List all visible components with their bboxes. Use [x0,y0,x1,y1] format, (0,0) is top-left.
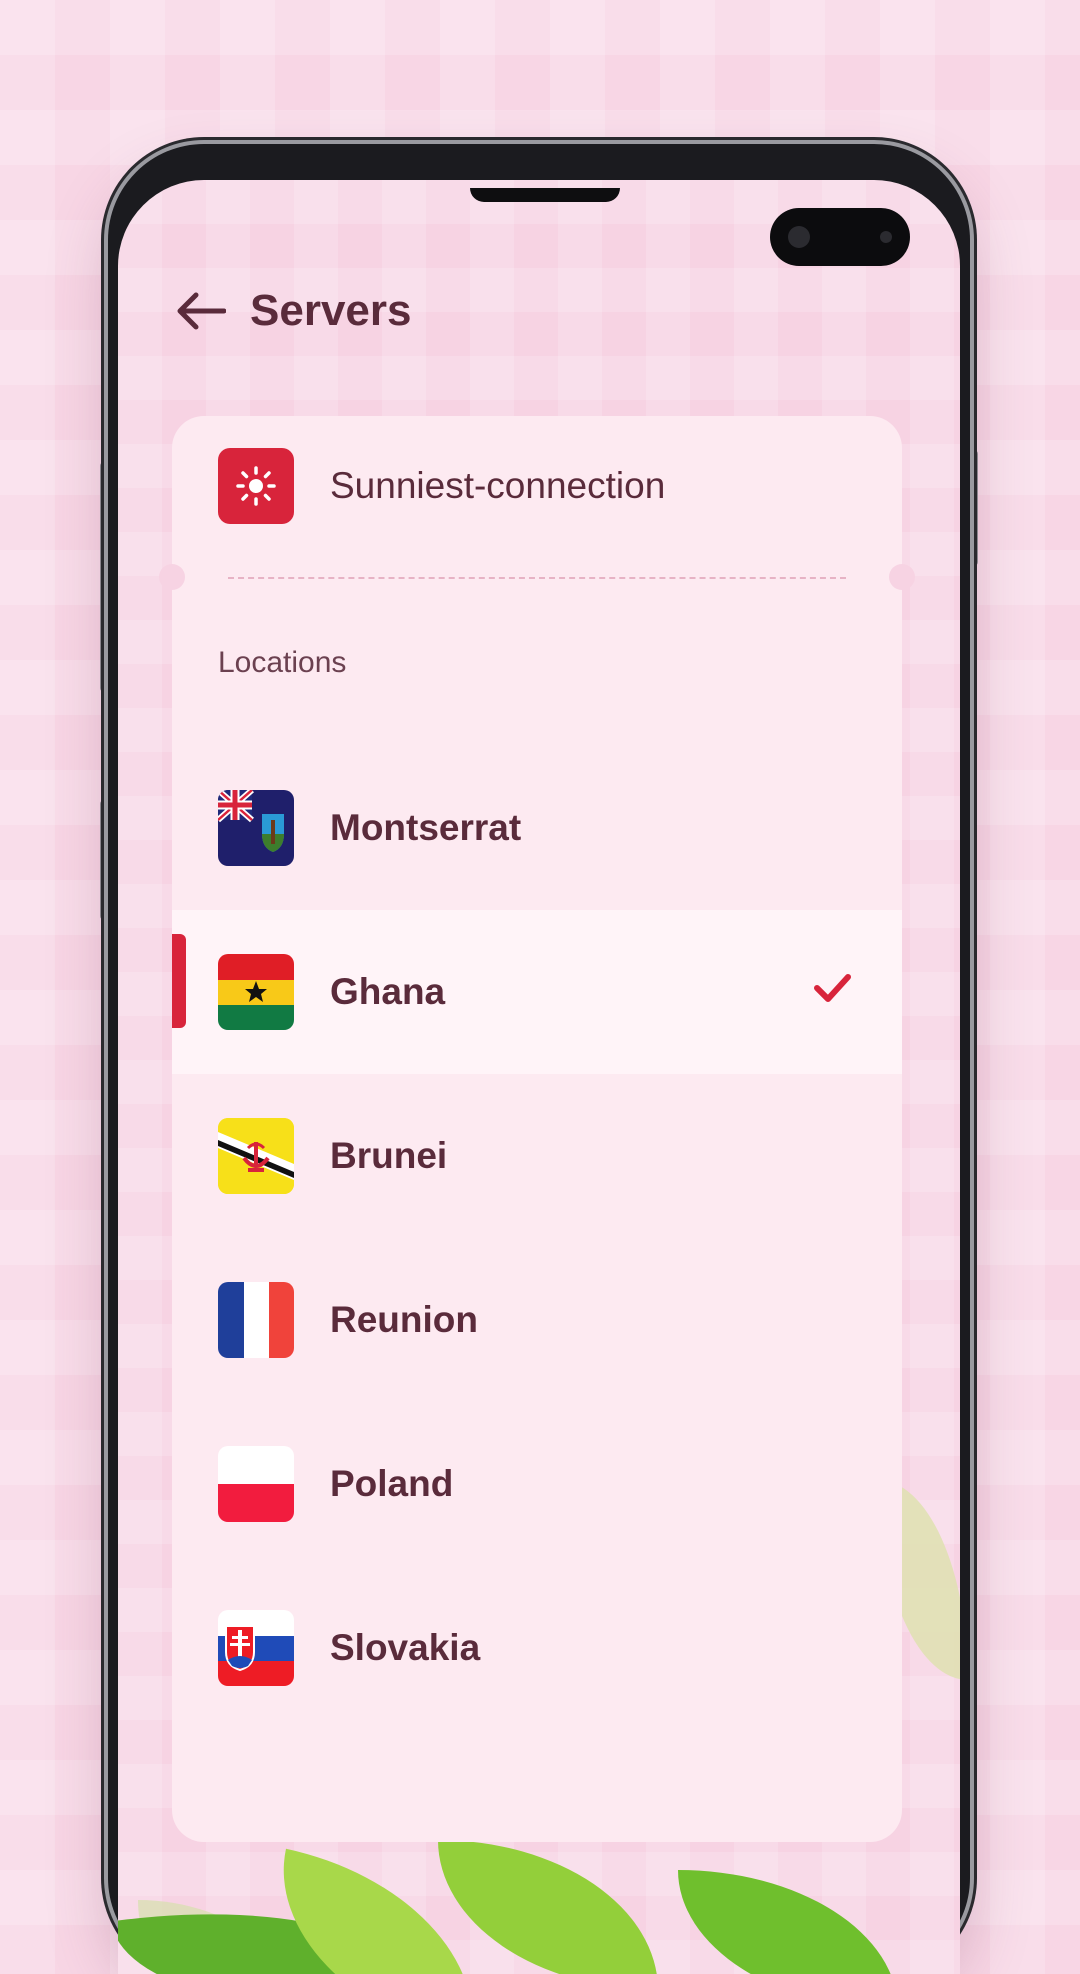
phone-side-button [100,800,108,920]
location-name: Poland [330,1463,454,1504]
locations-list: Montserrat Ghana Brunei Reunion Poland S… [172,746,902,1730]
earpiece-speaker [470,188,620,202]
ghana-flag-icon [218,954,294,1030]
location-name: Brunei [330,1135,448,1176]
servers-card: Sunniest-connection Locations Montserrat… [159,416,915,1842]
location-name: Reunion [330,1299,478,1340]
location-name: Slovakia [330,1627,481,1668]
front-camera-icon [770,208,910,266]
back-arrow-icon[interactable] [172,283,228,339]
checkmark-icon [812,968,852,1008]
slovakia-flag-icon [218,1610,294,1686]
poland-flag-icon [218,1446,294,1522]
app-header: Servers [172,276,411,346]
location-name: Montserrat [330,807,522,848]
sunniest-connection-label: Sunniest-connection [330,465,666,506]
location-item-ghana[interactable]: Ghana [172,910,902,1074]
page-title: Servers [250,286,412,335]
phone-volume-button [100,462,108,692]
selected-indicator [172,934,186,1028]
location-item-montserrat[interactable]: Montserrat [172,746,902,910]
phone-frame: Servers Sunniest-connection Locations Mo… [108,144,970,1974]
location-item-reunion[interactable]: Reunion [172,1238,902,1402]
location-item-poland[interactable]: Poland [172,1402,902,1566]
montserrat-flag-icon [218,790,294,866]
location-name: Ghana [330,971,446,1012]
location-item-slovakia[interactable]: Slovakia [172,1566,902,1730]
app-screen: Servers Sunniest-connection Locations Mo… [118,180,960,1974]
location-item-brunei[interactable]: Brunei [172,1074,902,1238]
sunniest-connection-item[interactable]: Sunniest-connection [218,448,665,524]
ticket-notch-right [889,564,915,590]
locations-heading: Locations [218,646,347,679]
sun-icon [218,448,294,524]
dashed-divider [228,577,846,579]
brunei-flag-icon [218,1118,294,1194]
reunion-flag-icon [218,1282,294,1358]
leaf-decoration [678,1870,898,1974]
phone-power-button [970,450,978,566]
leaf-decoration [438,1840,658,1974]
ticket-notch-left [159,564,185,590]
